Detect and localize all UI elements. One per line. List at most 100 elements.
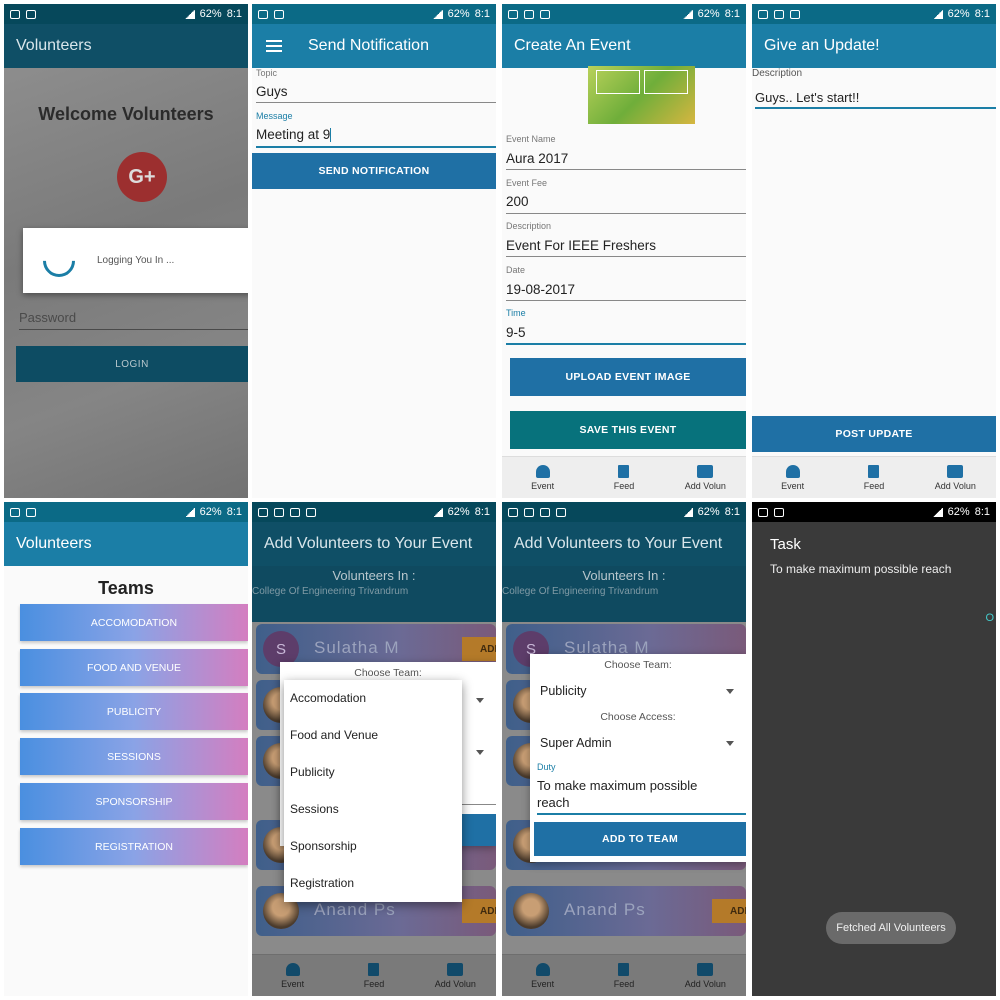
access-select[interactable]: Super Admin bbox=[540, 736, 612, 750]
add-to-team-button[interactable]: ADD TO TEAM bbox=[534, 822, 746, 856]
team-select[interactable]: Publicity bbox=[540, 684, 587, 698]
login-button[interactable]: LOGIN bbox=[16, 346, 248, 382]
description-input[interactable]: Event For IEEE Freshers bbox=[506, 238, 656, 253]
app-title: Send Notification bbox=[308, 37, 429, 54]
upload-event-image-button[interactable]: UPLOAD EVENT IMAGE bbox=[510, 358, 746, 396]
android-icon bbox=[26, 9, 36, 19]
nav-event[interactable]: Event bbox=[252, 955, 333, 996]
date-label: Date bbox=[506, 265, 526, 275]
android-icon bbox=[26, 507, 36, 517]
nav-event[interactable]: Event bbox=[502, 955, 583, 996]
google-plus-icon[interactable]: G+ bbox=[117, 152, 167, 202]
description-label: Description bbox=[752, 68, 803, 79]
nav-add-volunteer[interactable]: Add Volun bbox=[415, 955, 496, 996]
password-field[interactable]: Password bbox=[19, 310, 248, 330]
add-button[interactable]: ADD bbox=[712, 899, 746, 923]
status-bar: 62% 8:1 bbox=[752, 4, 996, 24]
image-icon bbox=[758, 9, 768, 19]
team-sessions-button[interactable]: SESSIONS bbox=[20, 738, 248, 775]
nav-event-label: Event bbox=[531, 480, 555, 491]
duty-line-2[interactable]: reach bbox=[537, 795, 570, 810]
add-volunteers-form-screen: 62% 8:1 Add Volunteers to Your Event Volu… bbox=[502, 502, 746, 996]
add-photo-icon bbox=[947, 464, 964, 478]
task-description: To make maximum possible reach bbox=[770, 562, 952, 576]
status-bar: 62% 8:1 bbox=[502, 4, 746, 24]
nav-add-label: Add Volun bbox=[684, 480, 726, 491]
add-button[interactable]: ADD bbox=[462, 899, 496, 923]
dropdown-option[interactable]: Publicity bbox=[284, 765, 462, 779]
menu-icon[interactable] bbox=[266, 40, 282, 52]
clock-text: 8:1 bbox=[724, 506, 740, 518]
event-fee-input[interactable]: 200 bbox=[506, 194, 529, 209]
date-underline bbox=[506, 300, 746, 301]
save-event-button[interactable]: SAVE THIS EVENT bbox=[510, 411, 746, 449]
bottom-nav: Event Feed Add Volun bbox=[252, 954, 496, 996]
dropdown-option[interactable]: Sessions bbox=[284, 802, 462, 816]
mail-icon bbox=[524, 507, 534, 517]
topic-underline bbox=[256, 102, 496, 103]
choose-team-label: Choose Team: bbox=[354, 667, 422, 679]
signal-icon bbox=[184, 9, 195, 19]
description-input[interactable]: Guys.. Let's start!! bbox=[755, 90, 859, 105]
add-button[interactable]: ADD bbox=[462, 637, 496, 661]
topic-input[interactable]: Guys bbox=[256, 84, 288, 99]
choose-access-label: Choose Access: bbox=[600, 711, 676, 723]
clock-text: 8:1 bbox=[474, 8, 490, 20]
team-publicity-button[interactable]: PUBLICITY bbox=[20, 693, 248, 730]
volunteer-card[interactable]: Anand Ps ADD bbox=[506, 886, 746, 936]
nav-add-volunteer[interactable]: Add Volun bbox=[915, 457, 996, 498]
nav-event[interactable]: Event bbox=[752, 457, 833, 498]
team-registration-button[interactable]: REGISTRATION bbox=[20, 828, 248, 865]
event-name-input[interactable]: Aura 2017 bbox=[506, 151, 568, 166]
nav-feed[interactable]: Feed bbox=[583, 955, 664, 996]
image-icon bbox=[508, 9, 518, 19]
event-name-underline bbox=[506, 169, 746, 170]
message-input[interactable]: Meeting at 9 bbox=[256, 127, 332, 143]
clock-text: 8:1 bbox=[474, 506, 490, 518]
feed-icon bbox=[618, 962, 630, 976]
chevron-down-icon[interactable] bbox=[726, 689, 734, 694]
signal-icon bbox=[932, 507, 943, 517]
dropdown-option[interactable]: Sponsorship bbox=[284, 839, 462, 853]
status-bar: 62% 8:1 bbox=[502, 502, 746, 522]
nav-feed[interactable]: Feed bbox=[333, 955, 414, 996]
nav-event[interactable]: Event bbox=[502, 457, 583, 498]
volunteer-name: Anand Ps bbox=[314, 900, 396, 919]
image-icon bbox=[524, 9, 534, 19]
image-icon bbox=[258, 507, 268, 517]
app-title: Give an Update! bbox=[764, 37, 880, 54]
send-notification-button[interactable]: SEND NOTIFICATION bbox=[252, 153, 496, 189]
post-update-button[interactable]: POST UPDATE bbox=[752, 416, 996, 452]
add-photo-icon bbox=[697, 464, 714, 478]
bell-icon bbox=[785, 464, 800, 478]
clock-text: 8:1 bbox=[974, 506, 990, 518]
duty-underline bbox=[537, 813, 746, 815]
team-accomodation-button[interactable]: ACCOMODATION bbox=[20, 604, 248, 641]
chevron-down-icon[interactable] bbox=[476, 750, 484, 755]
nav-feed[interactable]: Feed bbox=[833, 457, 914, 498]
chevron-down-icon[interactable] bbox=[726, 741, 734, 746]
partial-button-text[interactable]: O bbox=[985, 612, 994, 624]
date-input[interactable]: 19-08-2017 bbox=[506, 282, 575, 297]
duty-label: Duty bbox=[537, 762, 556, 772]
chevron-down-icon[interactable] bbox=[476, 698, 484, 703]
nav-add-volunteer[interactable]: Add Volun bbox=[665, 457, 746, 498]
time-input[interactable]: 9-5 bbox=[506, 325, 526, 340]
event-image-box bbox=[644, 70, 688, 94]
nav-add-volunteer[interactable]: Add Volun bbox=[665, 955, 746, 996]
dropdown-option[interactable]: Food and Venue bbox=[284, 728, 462, 742]
dropdown-option[interactable]: Accomodation bbox=[284, 691, 462, 705]
description-label: Description bbox=[506, 221, 552, 231]
dropdown-option[interactable]: Registration bbox=[284, 876, 462, 890]
app-title: Add Volunteers to Your Event bbox=[514, 535, 723, 552]
team-food-venue-button[interactable]: FOOD AND VENUE bbox=[20, 649, 248, 686]
nav-feed[interactable]: Feed bbox=[583, 457, 664, 498]
team-sponsorship-button[interactable]: SPONSORSHIP bbox=[20, 783, 248, 820]
add-photo-icon bbox=[447, 962, 464, 976]
choose-team-label: Choose Team: bbox=[604, 659, 672, 671]
status-bar: 62% 8:1 bbox=[752, 502, 996, 522]
text-cursor bbox=[330, 128, 332, 143]
duty-line-1[interactable]: To make maximum possible bbox=[537, 778, 697, 793]
status-bar: 62% 8:1 bbox=[252, 502, 496, 522]
signal-icon bbox=[432, 507, 443, 517]
